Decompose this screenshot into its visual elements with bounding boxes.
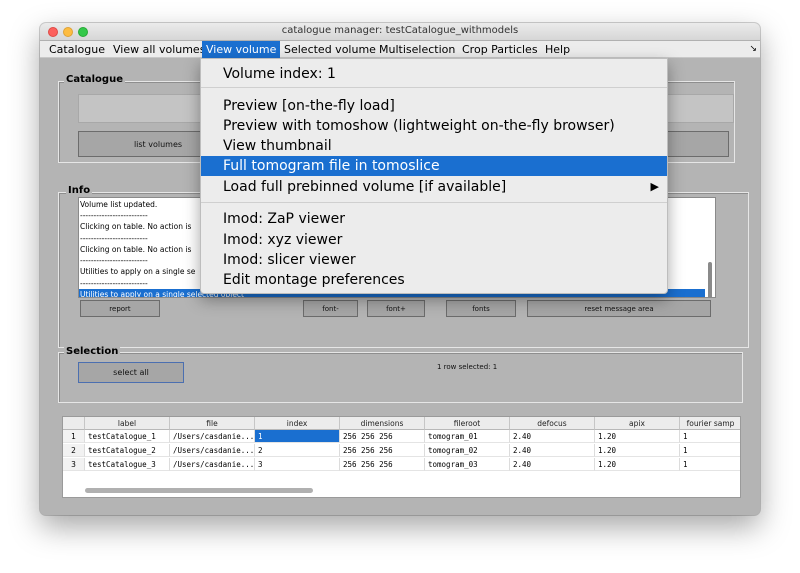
info-legend: Info	[66, 185, 93, 196]
table-cell[interactable]: 1.20	[595, 430, 680, 443]
info-line: -------------------------	[80, 256, 148, 265]
row-number-header	[63, 417, 85, 430]
dropdown-separator	[201, 87, 667, 88]
column-header-index[interactable]: index	[255, 417, 340, 430]
table-cell-selected[interactable]: 1	[255, 430, 340, 443]
info-line: Clicking on table. No action is	[80, 245, 192, 254]
row-number[interactable]: 2	[63, 444, 85, 457]
menu-bar: Catalogue View all volumes View volume S…	[40, 41, 760, 58]
table-horizontal-scrollbar[interactable]	[85, 488, 313, 493]
table-cell[interactable]: 2.40	[510, 444, 595, 457]
table-cell[interactable]: /Users/casdanie...	[170, 444, 255, 457]
menu-item-full-tomogram-tomoslice[interactable]: Full tomogram file in tomoslice	[201, 156, 667, 176]
table-cell[interactable]: 1.20	[595, 444, 680, 457]
view-volume-dropdown: Volume index: 1 Preview [on-the-fly load…	[200, 58, 668, 294]
menu-item-imod-xyz-viewer[interactable]: Imod: xyz viewer	[201, 230, 667, 250]
table-cell[interactable]: 256 256 256	[340, 430, 425, 443]
column-header-apix[interactable]: apix	[595, 417, 680, 430]
table-cell[interactable]: tomogram_03	[425, 458, 510, 471]
table-cell[interactable]: /Users/casdanie...	[170, 430, 255, 443]
menu-item-imod-slicer-viewer[interactable]: Imod: slicer viewer	[201, 250, 667, 270]
table-cell[interactable]: 2.40	[510, 430, 595, 443]
menu-multiselection[interactable]: Multiselection	[375, 41, 459, 58]
menu-item-view-thumbnail[interactable]: View thumbnail	[201, 136, 667, 156]
chevron-down-icon[interactable]: ↘	[749, 44, 757, 54]
table-cell[interactable]: 256 256 256	[340, 444, 425, 457]
dropdown-separator	[201, 202, 667, 203]
font-decrease-button[interactable]: font-	[303, 300, 358, 317]
table-cell[interactable]: testCatalogue_1	[85, 430, 170, 443]
info-line: Volume list updated.	[80, 200, 158, 209]
menu-selected-volume[interactable]: Selected volume	[280, 41, 380, 58]
menu-catalogue[interactable]: Catalogue	[45, 41, 109, 58]
column-header-label[interactable]: label	[85, 417, 170, 430]
table-cell[interactable]: 2	[255, 444, 340, 457]
menu-view-all-volumes[interactable]: View all volumes	[109, 41, 209, 58]
table-cell[interactable]: 1	[680, 458, 740, 471]
menu-view-volume[interactable]: View volume	[202, 41, 281, 58]
menu-item-imod-zap-viewer[interactable]: Imod: ZaP viewer	[201, 209, 667, 229]
table-cell[interactable]: tomogram_02	[425, 444, 510, 457]
catalogue-legend: Catalogue	[64, 74, 125, 85]
table-cell[interactable]: 1	[680, 430, 740, 443]
info-scrollbar-thumb[interactable]	[708, 262, 712, 297]
select-all-button[interactable]: select all	[78, 362, 184, 383]
row-number[interactable]: 1	[63, 430, 85, 443]
volumes-table: label file index dimensions fileroot def…	[62, 416, 741, 498]
menu-item-edit-montage-preferences[interactable]: Edit montage preferences	[201, 270, 667, 290]
row-number[interactable]: 3	[63, 458, 85, 471]
menu-item-preview-tomoshow[interactable]: Preview with tomoshow (lightweight on-th…	[201, 116, 667, 136]
table-cell[interactable]: 256 256 256	[340, 458, 425, 471]
column-header-dimensions[interactable]: dimensions	[340, 417, 425, 430]
column-header-fourier-samp[interactable]: fourier samp	[680, 417, 740, 430]
table-cell[interactable]: /Users/casdanie...	[170, 458, 255, 471]
window-title: catalogue manager: testCatalogue_withmod…	[281, 25, 519, 36]
info-line: Clicking on table. No action is	[80, 222, 192, 231]
table-cell[interactable]: tomogram_01	[425, 430, 510, 443]
table-cell[interactable]: 1.20	[595, 458, 680, 471]
menu-item-preview-on-the-fly[interactable]: Preview [on-the-fly load]	[201, 96, 667, 116]
info-line: -------------------------	[80, 211, 148, 220]
dropdown-header-volume-index: Volume index: 1	[223, 66, 336, 82]
table-cell[interactable]: 1	[680, 444, 740, 457]
table-cell[interactable]: 2.40	[510, 458, 595, 471]
report-button[interactable]: report	[80, 300, 160, 317]
menu-item-label: Load full prebinned volume [if available…	[223, 179, 507, 195]
menu-help[interactable]: Help	[541, 41, 574, 58]
info-line: -------------------------	[80, 279, 148, 288]
title-bar: catalogue manager: testCatalogue_withmod…	[40, 23, 760, 41]
table-cell[interactable]: testCatalogue_3	[85, 458, 170, 471]
reset-message-area-button[interactable]: reset message area	[527, 300, 711, 317]
column-header-defocus[interactable]: defocus	[510, 417, 595, 430]
menu-item-load-prebinned-volume[interactable]: Load full prebinned volume [if available…	[201, 177, 667, 197]
column-header-file[interactable]: file	[170, 417, 255, 430]
column-header-fileroot[interactable]: fileroot	[425, 417, 510, 430]
info-line: -------------------------	[80, 234, 148, 243]
menu-crop-particles[interactable]: Crop Particles	[458, 41, 542, 58]
font-increase-button[interactable]: font+	[367, 300, 425, 317]
fonts-button[interactable]: fonts	[446, 300, 516, 317]
selection-legend: Selection	[64, 346, 121, 357]
info-line: Utilities to apply on a single se	[80, 267, 196, 276]
selection-status: 1 row selected: 1	[437, 363, 498, 371]
triangle-right-icon: ▶	[650, 180, 659, 193]
table-cell[interactable]: 3	[255, 458, 340, 471]
table-cell[interactable]: testCatalogue_2	[85, 444, 170, 457]
